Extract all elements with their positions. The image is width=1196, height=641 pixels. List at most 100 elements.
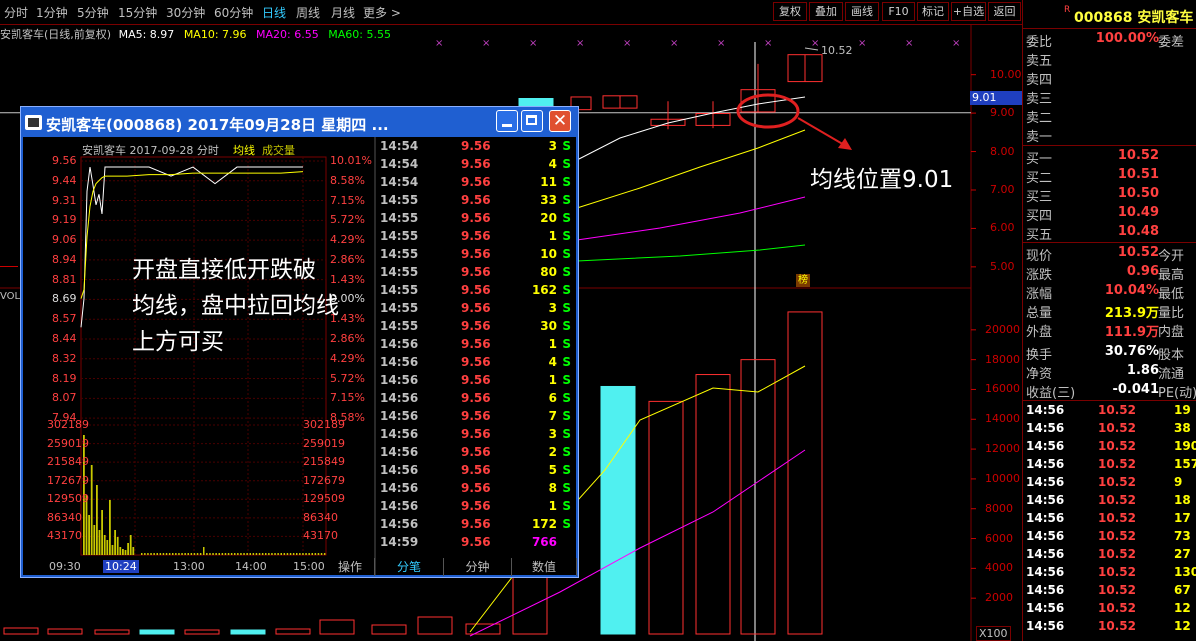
period-tab-5[interactable]: 60分钟 [214,4,253,21]
popup-app-icon [25,115,42,130]
popup-tab-3[interactable]: 数值 [512,558,577,576]
trade-row[interactable]: 14:56 9.56 3 S [377,427,575,445]
trade-row[interactable]: 14:56 9.56 1 S [377,373,575,391]
volume-bar [94,629,130,635]
trade-row[interactable]: 14:56 9.56 2 S [377,445,575,463]
trade-row[interactable]: 14:55 9.56 20 S [377,211,575,229]
trade-row[interactable]: 14:56 9.56 7 S [377,409,575,427]
popup-tab-0[interactable]: 操作 [326,558,375,576]
intraday-volume-bar [147,553,149,555]
rank-badge[interactable]: 榜 [796,274,810,287]
ma10-label: MA10: 7.96 [183,28,247,41]
trade-row[interactable]: 14:55 9.56 10 S [377,247,575,265]
trade-row[interactable]: 14:55 9.56 30 S [377,319,575,337]
period-tab-4[interactable]: 30分钟 [166,4,205,21]
trade-time: 14:56 [380,409,419,423]
trade-price: 9.56 [461,391,491,405]
period-tab-6[interactable]: 日线 [262,4,286,21]
toolbar-button-0[interactable]: 复权 [773,2,807,21]
toolbar-button-6[interactable]: 返回 [988,2,1021,21]
trade-price: 9.56 [461,499,491,513]
tick-time: 14:56 [1026,439,1065,453]
close-button[interactable]: ✕ [549,110,571,132]
trade-row[interactable]: 14:55 9.56 1 S [377,229,575,247]
trade-volume: 1 [548,229,557,243]
period-tab-9[interactable]: 更多 > [363,4,401,21]
trade-volume: 6 [548,391,557,405]
tick-price: 10.52 [1098,403,1136,417]
trade-row[interactable]: 14:54 9.56 3 S [377,139,575,157]
toolbar-button-4[interactable]: 标记 [917,2,949,21]
period-tab-8[interactable]: 月线 [331,4,355,21]
trade-row[interactable]: 14:55 9.56 162 S [377,283,575,301]
stat-label: 涨幅 [1026,287,1053,302]
intraday-volume-bar [289,553,292,555]
toolbar-button-3[interactable]: F10 [882,2,915,21]
ask-label: 卖四 [1026,73,1053,88]
tick-price: 10.52 [1098,457,1136,471]
trade-row[interactable]: 14:56 9.56 4 S [377,355,575,373]
trade-row[interactable]: 14:56 9.56 8 S [377,481,575,499]
trade-row[interactable]: 14:54 9.56 4 S [377,157,575,175]
stat-label2: 量比 [1158,306,1185,321]
maximize-button[interactable] [521,110,543,132]
tick-volume: 12 [1174,619,1191,633]
trade-row[interactable]: 14:56 9.56 172 S [377,517,575,535]
trade-row[interactable]: 14:59 9.56 766 [377,535,575,553]
intraday-volume-bar [98,530,101,555]
tick-row: 14:56 10.52 130 [1026,565,1196,583]
trade-volume: 3 [548,139,557,153]
bid-label: 买二 [1026,171,1053,186]
trade-price: 9.56 [461,139,491,153]
intraday-volume-bar [215,553,217,555]
tick-price: 10.52 [1098,601,1136,615]
trade-time: 14:56 [380,373,419,387]
stock-label: 安凯客车(日线,前复权) [0,28,112,41]
period-tab-0[interactable]: 分时 [4,4,28,21]
period-tab-7[interactable]: 周线 [296,4,320,21]
popup-tab-1[interactable]: 分笔 [375,558,444,576]
trade-time: 14:59 [380,535,419,549]
trade-row[interactable]: 14:55 9.56 80 S [377,265,575,283]
intraday-volume-bar [119,547,122,555]
intraday-volume-bar [268,553,270,555]
intraday-volume-bar [124,550,127,555]
intraday-volume-bar [237,553,239,555]
trade-row[interactable]: 14:56 9.56 6 S [377,391,575,409]
ask-label: 卖三 [1026,92,1053,107]
volume-bar [47,628,83,635]
toolbar-button-5[interactable]: +自选 [951,2,986,21]
period-tab-3[interactable]: 15分钟 [118,4,157,21]
ask-row: 卖四 [1026,69,1196,88]
trade-time: 14:56 [380,481,419,495]
toolbar-button-2[interactable]: 画线 [845,2,879,21]
intraday-volume-bar [114,530,116,555]
price-tick-label: 5.00 [990,259,1015,273]
popup-tab-2[interactable]: 分钟 [444,558,512,576]
close-icon: ✕ [552,111,568,131]
tick-row: 14:56 10.52 17 [1026,511,1196,529]
trade-time: 14:56 [380,391,419,405]
volume-bar [512,576,548,635]
intraday-volume-tick: 259019 [47,436,89,450]
ask-label: 卖五 [1026,54,1053,69]
trade-price: 9.56 [461,481,491,495]
trade-time: 14:56 [380,517,419,531]
intraday-volume-bar [209,553,211,555]
ma60-line [576,244,806,262]
intraday-price-tick: 8.81 [52,272,77,286]
trade-row[interactable]: 14:54 9.56 11 S [377,175,575,193]
tick-price: 10.52 [1098,619,1136,633]
intraday-volume-bar [317,553,320,555]
period-tab-2[interactable]: 5分钟 [77,4,109,21]
period-tab-1[interactable]: 1分钟 [36,4,68,21]
minimize-button[interactable] [496,110,518,132]
intraday-pct-tick: 8.58% [330,173,365,187]
trade-row[interactable]: 14:55 9.56 33 S [377,193,575,211]
trade-row[interactable]: 14:56 9.56 1 S [377,337,575,355]
trade-row[interactable]: 14:56 9.56 1 S [377,499,575,517]
tick-row: 14:56 10.52 12 [1026,601,1196,619]
toolbar-button-1[interactable]: 叠加 [809,2,843,21]
trade-row[interactable]: 14:55 9.56 3 S [377,301,575,319]
trade-row[interactable]: 14:56 9.56 5 S [377,463,575,481]
